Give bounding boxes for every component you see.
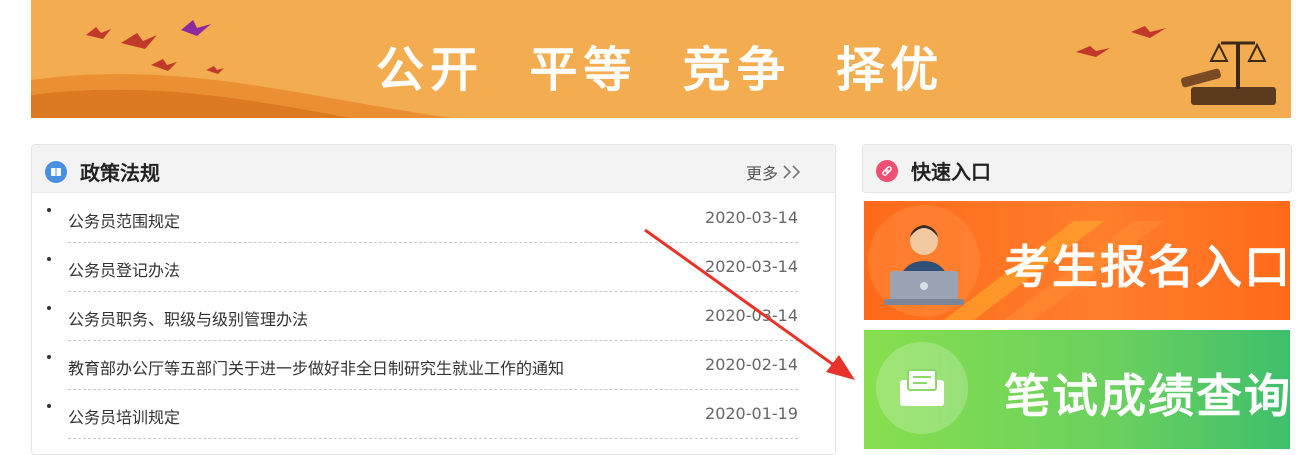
bullet-icon bbox=[47, 208, 51, 212]
news-title[interactable]: 公务员范围规定 bbox=[68, 208, 180, 232]
policy-title: 政策法规 bbox=[80, 161, 160, 185]
double-chevron-right-icon bbox=[783, 165, 801, 179]
quick-entry-header: 快速入口 bbox=[862, 144, 1292, 193]
score-query-button[interactable]: 笔试成绩查询 bbox=[864, 330, 1290, 449]
bullet-icon bbox=[47, 306, 51, 310]
list-item[interactable]: 公务员培训规定 2020-01-19 bbox=[47, 390, 798, 439]
book-icon bbox=[45, 161, 67, 183]
news-date: 2020-03-14 bbox=[705, 306, 798, 325]
header-banner: 公开 平等 竞争 择优 bbox=[31, 0, 1291, 118]
more-label: 更多 bbox=[745, 164, 778, 183]
news-title[interactable]: 公务员培训规定 bbox=[68, 404, 180, 428]
news-date: 2020-03-14 bbox=[705, 208, 798, 227]
news-title[interactable]: 公务员登记办法 bbox=[68, 257, 180, 281]
score-query-label: 笔试成绩查询 bbox=[1004, 369, 1290, 423]
news-date: 2020-01-19 bbox=[705, 404, 798, 423]
bullet-icon bbox=[47, 355, 51, 359]
policy-panel: 政策法规 更多 公务员范围规定 2020-03-14 公务员登记办法 2020-… bbox=[31, 144, 836, 455]
news-date: 2020-03-14 bbox=[705, 257, 798, 276]
envelope-icon bbox=[900, 369, 944, 406]
link-icon bbox=[876, 160, 898, 182]
news-title[interactable]: 公务员职务、职级与级别管理办法 bbox=[68, 306, 308, 330]
bullet-icon bbox=[47, 404, 51, 408]
justice-scale-icon bbox=[1181, 41, 1276, 105]
quick-entry-title: 快速入口 bbox=[911, 160, 991, 184]
register-entry-label: 考生报名入口 bbox=[1004, 240, 1290, 294]
birds-right-icon bbox=[1076, 26, 1166, 57]
news-date: 2020-02-14 bbox=[705, 355, 798, 374]
birds-icon bbox=[86, 20, 224, 74]
news-title[interactable]: 教育部办公厅等五部门关于进一步做好非全日制研究生就业工作的通知 bbox=[68, 355, 564, 379]
more-link[interactable]: 更多 bbox=[746, 160, 804, 184]
list-item[interactable]: 公务员范围规定 2020-03-14 bbox=[47, 194, 798, 243]
banner-slogan: 公开 平等 竞争 择优 bbox=[376, 42, 945, 98]
policy-panel-header: 政策法规 更多 bbox=[32, 145, 835, 193]
bullet-icon bbox=[47, 257, 51, 261]
register-entry-button[interactable]: 考生报名入口 bbox=[864, 201, 1290, 320]
list-item[interactable]: 公务员登记办法 2020-03-14 bbox=[47, 243, 798, 292]
list-item[interactable]: 教育部办公厅等五部门关于进一步做好非全日制研究生就业工作的通知 2020-02-… bbox=[47, 341, 798, 390]
person-laptop-icon bbox=[884, 225, 964, 305]
list-item[interactable]: 公务员职务、职级与级别管理办法 2020-03-14 bbox=[47, 292, 798, 341]
